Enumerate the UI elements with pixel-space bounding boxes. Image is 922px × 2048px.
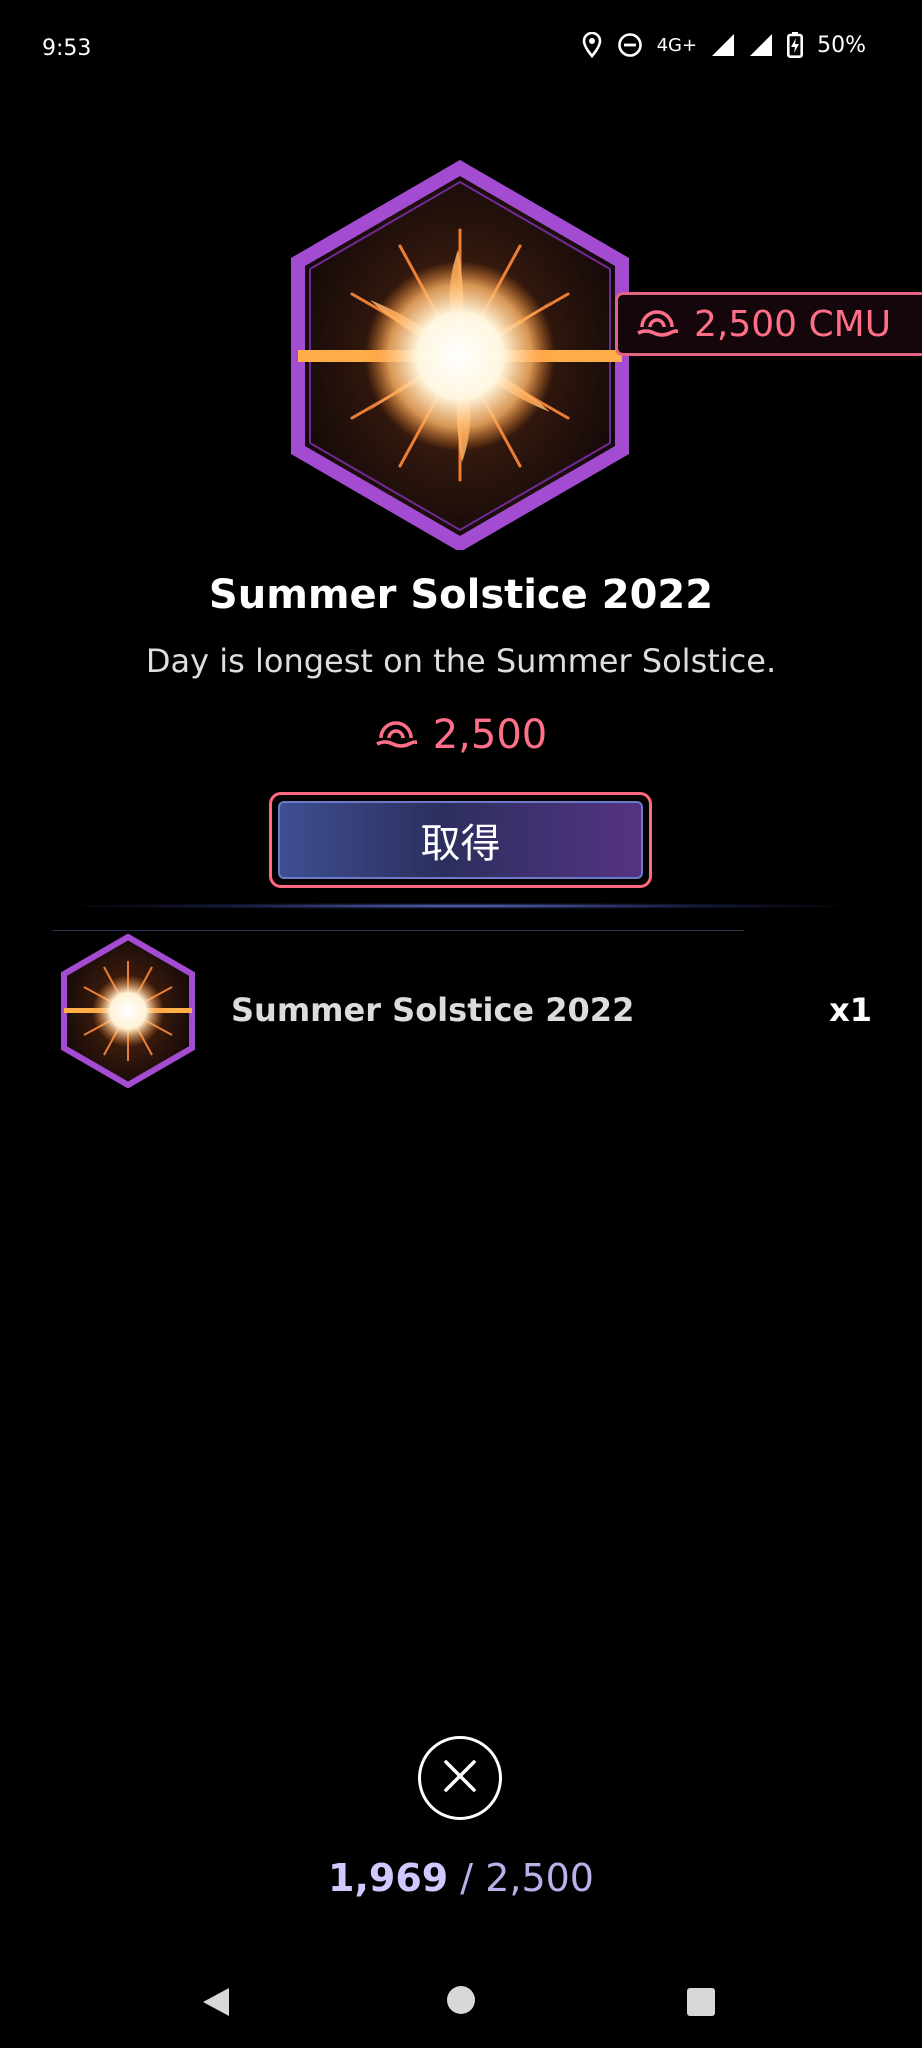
solstice-badge-image bbox=[290, 159, 630, 553]
cmu-currency-icon bbox=[636, 303, 680, 346]
cmu-currency-icon bbox=[375, 712, 419, 758]
status-bar: 9:53 4G+ 50% bbox=[0, 0, 922, 100]
item-thumbnail bbox=[60, 933, 196, 1089]
signal-icon bbox=[711, 33, 735, 57]
balance-current: 1,969 bbox=[328, 1856, 449, 1900]
reward-title: Summer Solstice 2022 bbox=[208, 572, 714, 618]
close-button[interactable] bbox=[418, 1736, 502, 1820]
location-icon bbox=[581, 32, 603, 58]
reward-price: 2,500 bbox=[0, 712, 922, 758]
battery-charging-icon bbox=[787, 32, 804, 58]
close-icon bbox=[440, 1756, 480, 1800]
reward-price-value: 2,500 bbox=[432, 712, 548, 758]
price-tag-label: 2,500 CMU bbox=[694, 303, 892, 345]
balance-separator: / bbox=[448, 1856, 486, 1900]
battery-level: 50% bbox=[817, 32, 866, 58]
network-type: 4G+ bbox=[656, 34, 698, 56]
status-time: 9:53 bbox=[42, 36, 92, 61]
list-item: Summer Solstice 2022 x1 bbox=[0, 932, 922, 1092]
balance-total: 2,500 bbox=[485, 1856, 594, 1900]
nav-home-icon[interactable] bbox=[447, 1986, 475, 2014]
navigation-bar bbox=[0, 1960, 922, 2048]
status-icons: 4G+ 50% bbox=[581, 32, 866, 58]
nav-recents-icon[interactable] bbox=[687, 1988, 715, 2016]
item-name: Summer Solstice 2022 bbox=[231, 991, 635, 1029]
price-tag: 2,500 CMU bbox=[615, 292, 922, 356]
reward-description: Day is longest on the Summer Solstice. bbox=[145, 642, 777, 680]
signal-icon-2 bbox=[749, 33, 773, 57]
do-not-disturb-icon bbox=[617, 32, 643, 58]
glow-divider bbox=[76, 903, 846, 909]
acquire-button-frame[interactable]: 取得 bbox=[269, 792, 652, 888]
nav-back-icon[interactable] bbox=[201, 1986, 231, 2022]
cmu-balance: 1,969 / 2,500 bbox=[0, 1856, 922, 1900]
section-divider bbox=[52, 930, 744, 931]
acquire-button[interactable]: 取得 bbox=[278, 801, 643, 879]
item-count: x1 bbox=[829, 991, 872, 1029]
